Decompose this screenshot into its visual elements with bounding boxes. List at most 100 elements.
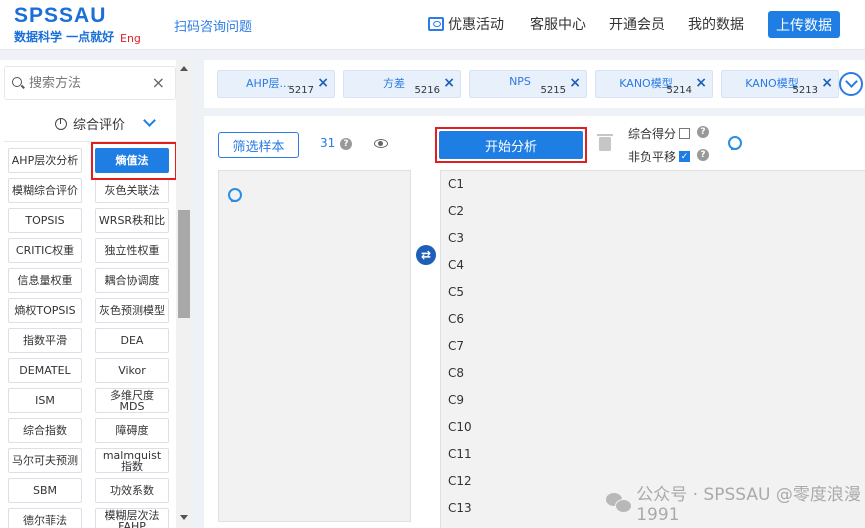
chevron-down-icon[interactable] (143, 114, 156, 127)
coupon-icon (428, 17, 444, 31)
method-coupling[interactable]: 耦合协调度 (95, 268, 169, 293)
tab-count: 5213 (792, 85, 818, 96)
tab-kano-2[interactable]: KANO模型 5213 × (721, 70, 839, 98)
method-malmquist[interactable]: malmquist指数 (95, 448, 169, 473)
method-obstacle[interactable]: 障碍度 (95, 418, 169, 443)
tab-count: 5217 (288, 85, 314, 96)
method-mds[interactable]: 多维尺度MDS (95, 388, 169, 413)
variable-item[interactable]: C11 (448, 447, 472, 461)
method-delphi[interactable]: 德尔菲法 (8, 508, 82, 528)
lang-switch[interactable]: Eng (120, 32, 141, 45)
lightbulb-icon[interactable] (728, 136, 742, 150)
nav-service[interactable]: 客服中心 (530, 14, 586, 34)
close-icon[interactable]: × (695, 75, 707, 91)
variable-item[interactable]: C3 (448, 231, 464, 245)
close-icon[interactable]: × (569, 75, 581, 91)
method-vikor[interactable]: Vikor (95, 358, 169, 383)
method-topsis[interactable]: TOPSIS (8, 208, 82, 233)
checkbox-checked[interactable]: ✓ (679, 151, 691, 162)
method-ahp[interactable]: AHP层次分析 (8, 148, 82, 173)
method-ism[interactable]: ISM (8, 388, 82, 413)
clear-icon[interactable]: × (152, 73, 165, 92)
method-fahp[interactable]: 模糊层次法FAHP (95, 508, 169, 528)
variable-item[interactable]: C7 (448, 339, 464, 353)
variable-item[interactable]: C2 (448, 204, 464, 218)
category-label: 综合评价 (72, 118, 125, 133)
method-efficacy[interactable]: 功效系数 (95, 478, 169, 503)
variable-item[interactable]: C12 (448, 474, 472, 488)
method-search: × (4, 66, 176, 100)
variable-item[interactable]: C10 (448, 420, 472, 434)
tab-count: 5215 (540, 85, 566, 96)
close-icon[interactable]: × (821, 75, 833, 91)
tab-ahp[interactable]: AHP层... 5217 × (217, 70, 335, 98)
scroll-thumb[interactable] (178, 210, 190, 318)
scan-consult-link[interactable]: 扫码咨询问题 (174, 16, 252, 35)
logo[interactable]: SPSSAU (14, 4, 106, 28)
swap-icon[interactable]: ⇄ (416, 245, 436, 265)
checkbox[interactable] (679, 128, 691, 139)
method-critic[interactable]: CRITIC权重 (8, 238, 82, 263)
option-label: 综合得分 (628, 127, 677, 141)
tab-kano-1[interactable]: KANO模型 5214 × (595, 70, 713, 98)
help-icon[interactable]: ? (697, 149, 709, 161)
entropy-highlight-box (91, 142, 177, 180)
top-header: SPSSAU 数据科学 一点就好 Eng 扫码咨询问题 优惠活动 客服中心 开通… (0, 0, 865, 50)
variable-item[interactable]: C8 (448, 366, 464, 380)
chevron-down-icon[interactable] (839, 72, 863, 96)
lightbulb-icon[interactable] (228, 188, 242, 202)
method-independence-weight[interactable]: 独立性权重 (95, 238, 169, 263)
nav-my-data[interactable]: 我的数据 (688, 14, 744, 34)
pie-chart-icon (54, 117, 67, 130)
method-sidebar: × 综合评价 AHP层次分析 熵值法 模糊综合评价 灰色关联法 TOPSIS W… (0, 60, 192, 528)
method-sbm[interactable]: SBM (8, 478, 82, 503)
method-fuzzy-eval[interactable]: 模糊综合评价 (8, 178, 82, 203)
analysis-dropzone[interactable] (218, 170, 411, 522)
option-composite-score[interactable]: 综合得分 (628, 125, 691, 142)
variable-item[interactable]: C6 (448, 312, 464, 326)
variable-item[interactable]: C13 (448, 501, 472, 515)
tab-variance[interactable]: 方差 5216 × (343, 70, 461, 98)
nav-promo[interactable]: 优惠活动 (428, 14, 504, 34)
method-info-weight[interactable]: 信息量权重 (8, 268, 82, 293)
search-input[interactable] (29, 74, 149, 92)
nav-promo-label: 优惠活动 (448, 17, 504, 33)
eye-icon[interactable] (374, 139, 388, 148)
tab-count: 5214 (666, 85, 692, 96)
watermark-text: 公众号 · SPSSAU @零度浪漫1991 (636, 485, 861, 525)
variable-item[interactable]: C9 (448, 393, 464, 407)
search-icon (12, 77, 22, 87)
option-label: 非负平移 (628, 150, 677, 164)
method-composite-index[interactable]: 综合指数 (8, 418, 82, 443)
scroll-down-icon[interactable] (180, 515, 188, 520)
variable-item[interactable]: C5 (448, 285, 464, 299)
variable-item[interactable]: C1 (448, 177, 464, 191)
close-icon[interactable]: × (317, 75, 329, 91)
scroll-up-icon[interactable] (180, 66, 188, 71)
method-grey-relation[interactable]: 灰色关联法 (95, 178, 169, 203)
sidebar-scrollbar[interactable] (176, 60, 192, 528)
upload-data-button[interactable]: 上传数据 (768, 11, 840, 38)
variable-item[interactable]: C4 (448, 258, 464, 272)
method-entropy-topsis[interactable]: 熵权TOPSIS (8, 298, 82, 323)
sample-count: 31 (320, 136, 336, 150)
close-icon[interactable]: × (443, 75, 455, 91)
method-markov[interactable]: 马尔可夫预测 (8, 448, 82, 473)
method-dea[interactable]: DEA (95, 328, 169, 353)
method-exp-smoothing[interactable]: 指数平滑 (8, 328, 82, 353)
method-grey-forecast[interactable]: 灰色预测模型 (95, 298, 169, 323)
help-icon[interactable]: ? (697, 126, 709, 138)
category-header[interactable]: 综合评价 (4, 106, 176, 142)
nav-vip[interactable]: 开通会员 (609, 14, 665, 34)
help-icon[interactable]: ? (340, 138, 352, 150)
method-dematel[interactable]: DEMATEL (8, 358, 82, 383)
method-wrsr[interactable]: WRSR秩和比 (95, 208, 169, 233)
tab-nps[interactable]: NPS 5215 × (469, 70, 587, 98)
filter-sample-button[interactable]: 筛选样本 (218, 132, 299, 158)
variable-list (440, 170, 865, 528)
option-nonneg-shift[interactable]: 非负平移 ✓ (628, 148, 691, 165)
start-analysis-button[interactable]: 开始分析 (439, 131, 583, 159)
watermark: 公众号 · SPSSAU @零度浪漫1991 (606, 480, 865, 525)
logo-slogan: 数据科学 一点就好 (14, 30, 115, 44)
trash-icon[interactable] (597, 134, 613, 151)
